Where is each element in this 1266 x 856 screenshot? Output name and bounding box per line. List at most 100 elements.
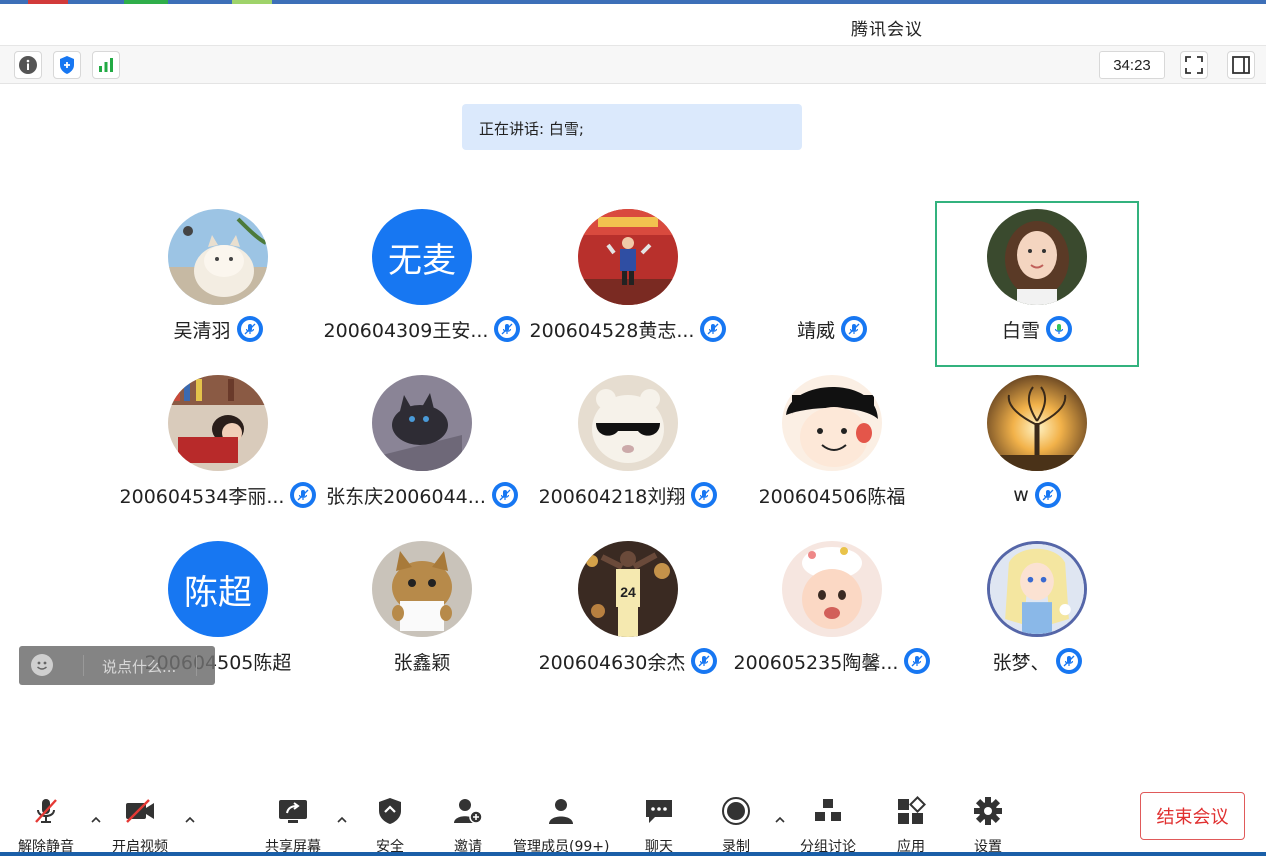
mic-muted-icon	[691, 482, 718, 508]
participant-name: 200604630余杰	[538, 651, 686, 674]
apps-grid-icon	[898, 796, 926, 824]
shield-icon	[379, 798, 401, 824]
unmute-button[interactable]: 解除静音	[18, 796, 74, 856]
window-bottom-edge	[0, 852, 1266, 856]
participant-name: 200604218刘翔	[538, 485, 686, 508]
participant-name: 吴清羽	[173, 319, 231, 342]
start-video-button[interactable]: 开启视频	[112, 796, 168, 856]
bottom-toolbar: 解除静音 开启视频 共享屏幕 安全 邀请 管理成员(99+) 聊天 录制 分组讨…	[0, 780, 1266, 856]
participant-name: 张梦、	[992, 651, 1050, 674]
participant-tile[interactable]: 24 200604630余杰	[526, 534, 730, 700]
sidebar-panel-icon	[1232, 56, 1250, 74]
participant-name: 张东庆2006044...	[326, 485, 486, 508]
mic-muted-icon	[904, 648, 931, 674]
apps-button[interactable]: 应用	[894, 796, 928, 856]
participant-avatar	[578, 209, 678, 305]
info-icon	[19, 56, 37, 74]
security-button[interactable]: 安全	[373, 796, 407, 856]
mic-muted-icon	[35, 799, 57, 823]
participant-tile[interactable]: 吴清羽	[116, 202, 320, 368]
breakout-icon	[815, 799, 841, 821]
participant-avatar	[168, 375, 268, 471]
speaking-banner: 正在讲话: 白雪;	[462, 104, 802, 150]
mic-muted-icon	[1055, 648, 1082, 674]
fullscreen-icon	[1185, 56, 1203, 74]
participant-tile[interactable]: 200604528黄志...	[526, 202, 730, 368]
signal-bars-icon	[99, 58, 113, 72]
participant-name: 张鑫颖	[393, 651, 451, 674]
fullscreen-button[interactable]	[1180, 51, 1208, 79]
participant-tile[interactable]: 200604534李丽...	[116, 368, 320, 534]
participant-avatar	[987, 375, 1087, 471]
participant-tile[interactable]: 200604506陈福	[730, 368, 934, 534]
participant-avatar	[987, 209, 1087, 305]
invite-button[interactable]: 邀请	[451, 796, 485, 856]
info-button[interactable]	[14, 51, 42, 79]
mic-muted-icon	[700, 316, 727, 342]
chat-quick-input[interactable]: 说点什么...	[19, 646, 215, 685]
participant-name: 200604506陈福	[758, 485, 906, 508]
participant-avatar-text: 陈超	[168, 541, 268, 637]
participant-tile[interactable]: 张鑫颖	[320, 534, 524, 700]
participant-avatar	[782, 541, 882, 637]
chat-bubble-icon	[646, 800, 672, 823]
participant-name: 200604528黄志...	[529, 319, 695, 342]
mic-muted-icon	[691, 648, 718, 674]
shield-icon	[60, 56, 74, 74]
participant-tile[interactable]: w	[935, 368, 1139, 534]
participant-avatar	[987, 541, 1087, 637]
add-user-icon	[454, 799, 483, 824]
participant-avatar	[372, 541, 472, 637]
share-screen-button[interactable]: 共享屏幕	[265, 796, 321, 856]
chevron-up-icon[interactable]	[90, 814, 102, 826]
participant-avatar	[578, 375, 678, 471]
gear-icon	[974, 797, 1002, 825]
participant-name: 靖威	[796, 319, 835, 342]
participant-name: w	[1013, 484, 1029, 506]
meeting-timer: 34:23	[1099, 51, 1165, 79]
mic-speaking-icon	[1046, 316, 1072, 342]
svg-text:24: 24	[620, 584, 636, 600]
settings-button[interactable]: 设置	[971, 796, 1005, 856]
participant-tile[interactable]: 张东庆2006044...	[320, 368, 524, 534]
manage-members-button[interactable]: 管理成员(99+)	[513, 796, 609, 856]
mic-muted-icon	[841, 316, 867, 342]
record-icon	[722, 797, 750, 825]
chevron-up-icon[interactable]	[184, 814, 196, 826]
participant-name: 200604309王安...	[323, 319, 489, 342]
participant-tile[interactable]: 靖威	[730, 202, 934, 368]
chevron-up-icon[interactable]	[336, 814, 348, 826]
breakout-rooms-button[interactable]: 分组讨论	[800, 796, 856, 856]
title-bar: 腾讯会议	[0, 4, 1266, 46]
chat-divider	[83, 655, 84, 676]
participant-name: 200604534李丽...	[119, 485, 285, 508]
participant-avatar	[372, 375, 472, 471]
participant-tile[interactable]: 张梦、	[935, 534, 1139, 700]
sidebar-toggle-button[interactable]	[1227, 51, 1255, 79]
participant-tile[interactable]: 无麦 200604309王安...	[320, 202, 524, 368]
emoji-icon[interactable]	[31, 654, 53, 676]
chat-divider	[196, 655, 197, 676]
video-off-icon	[126, 799, 154, 823]
participant-avatar-text: 无麦	[372, 209, 472, 305]
chat-placeholder: 说点什么...	[102, 658, 177, 676]
members-icon	[549, 799, 574, 824]
mic-muted-icon	[236, 316, 263, 342]
chat-button[interactable]: 聊天	[642, 796, 676, 856]
mic-muted-icon	[494, 316, 521, 342]
record-button[interactable]: 录制	[719, 796, 753, 856]
mic-muted-icon	[1034, 482, 1061, 508]
security-shield-button[interactable]	[53, 51, 81, 79]
mic-muted-icon	[491, 482, 518, 508]
end-meeting-button[interactable]: 结束会议	[1140, 792, 1245, 840]
participant-avatar	[168, 209, 268, 305]
participant-tile[interactable]: 200605235陶馨...	[730, 534, 934, 700]
participant-tile-active-speaker[interactable]: 白雪	[935, 201, 1139, 367]
participant-name: 白雪	[1001, 319, 1040, 342]
participant-name: 200605235陶馨...	[733, 651, 899, 674]
participant-tile[interactable]: 200604218刘翔	[526, 368, 730, 534]
network-signal-button[interactable]	[92, 51, 120, 79]
participant-avatar	[782, 375, 882, 471]
window-title: 腾讯会议	[851, 20, 923, 40]
chevron-up-icon[interactable]	[774, 814, 786, 826]
